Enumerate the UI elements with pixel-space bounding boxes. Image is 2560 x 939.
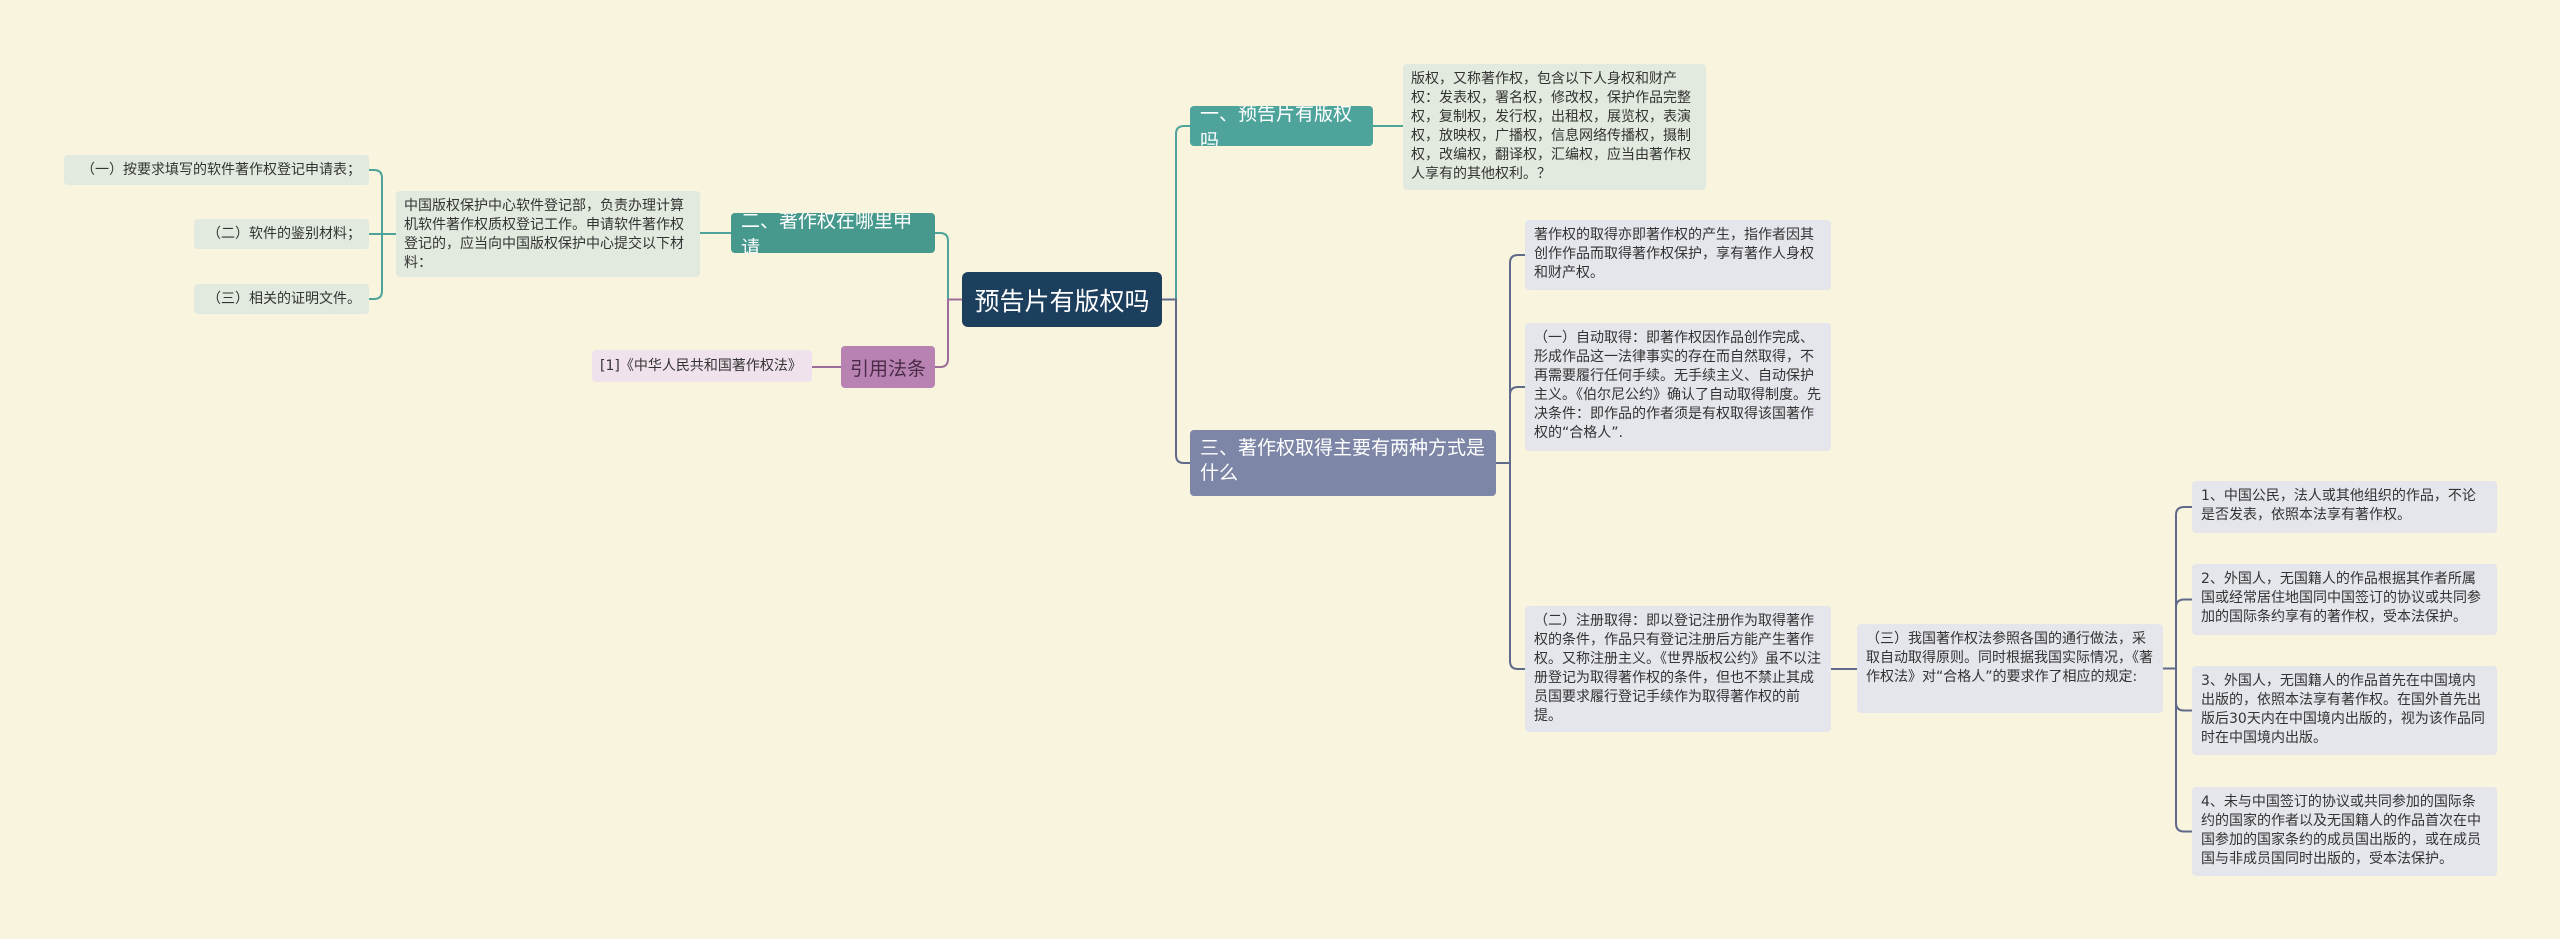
branch-2-item-text: （三）相关的证明文件。: [207, 290, 361, 307]
eligibility-item-text: 1、中国公民，法人或其他组织的作品，不论是否发表，依照本法享有著作权。: [2201, 488, 2476, 523]
connector-line: [935, 232, 962, 301]
branch-3-intro-text: 著作权的取得亦即著作权的产生，指作者因其创作作品而取得著作权保护，享有著作人身权…: [1534, 227, 1814, 281]
eligibility-item[interactable]: 3、外国人，无国籍人的作品首先在中国境内出版的，依照本法享有著作权。在国外首先出…: [2192, 666, 2497, 755]
connector-line: [369, 169, 396, 235]
connector-line: [2163, 667, 2192, 833]
eligibility-item-text: 3、外国人，无国籍人的作品首先在中国境内出版的，依照本法享有著作权。在国外首先出…: [2201, 673, 2485, 746]
branch-3-chinese-law-rule-text: （三）我国著作权法参照各国的通行做法，采取自动取得原则。同时根据我国实际情况，《…: [1866, 631, 2153, 685]
branch-1-detail-text: 版权，又称著作权，包含以下人身权和财产权：发表权，署名权，修改权，保护作品完整权…: [1411, 71, 1691, 182]
cited-law-item[interactable]: [1]《中华人民共和国著作权法》: [592, 350, 812, 382]
root-topic-label: 预告片有版权吗: [974, 286, 1150, 316]
connector-line: [2163, 667, 2192, 712]
branch-2-item-text: （二）软件的鉴别材料；: [207, 225, 361, 242]
branch-2-detail[interactable]: 中国版权保护中心软件登记部，负责办理计算机软件著作权质权登记工作。申请软件著作权…: [396, 191, 700, 277]
branch-3-registration-acquisition[interactable]: （二）注册取得：即以登记注册作为取得著作权的条件，作品只有登记注册后方能产生著作…: [1525, 606, 1831, 732]
branch-3-automatic-acquisition[interactable]: （一）自动取得：即著作权因作品创作完成、形成作品这一法律事实的存在而自然取得，不…: [1525, 323, 1831, 451]
connector-line: [935, 298, 962, 368]
branch-3-automatic-acquisition-text: （一）自动取得：即著作权因作品创作完成、形成作品这一法律事实的存在而自然取得，不…: [1534, 330, 1821, 441]
connector-line: [2163, 506, 2192, 670]
branch-topic-1-label: 一、预告片有版权吗: [1200, 106, 1353, 146]
eligibility-item[interactable]: 4、未与中国签订的协议或共同参加的国际条约的国家的作者以及无国籍人的作品首次在中…: [2192, 787, 2497, 876]
branch-topic-2[interactable]: 二、著作权在哪里申请: [731, 213, 935, 253]
connector-line: [2163, 598, 2192, 670]
branch-3-registration-acquisition-text: （二）注册取得：即以登记注册作为取得著作权的条件，作品只有登记注册后方能产生著作…: [1534, 613, 1821, 724]
branch-3-intro[interactable]: 著作权的取得亦即著作权的产生，指作者因其创作作品而取得著作权保护，享有著作人身权…: [1525, 220, 1831, 290]
branch-2-item[interactable]: （一）按要求填写的软件著作权登记申请表；: [64, 155, 369, 185]
eligibility-item-text: 2、外国人，无国籍人的作品根据其作者所属国或经常居住地国同中国签订的协议或共同参…: [2201, 571, 2481, 625]
eligibility-item-text: 4、未与中国签订的协议或共同参加的国际条约的国家的作者以及无国籍人的作品首次在中…: [2201, 794, 2481, 867]
branch-1-detail[interactable]: 版权，又称著作权，包含以下人身权和财产权：发表权，署名权，修改权，保护作品完整权…: [1403, 64, 1706, 190]
branch-2-item[interactable]: （三）相关的证明文件。: [194, 284, 369, 314]
branch-topic-2-label: 二、著作权在哪里申请: [741, 213, 913, 253]
branch-topic-cited-law[interactable]: 引用法条: [841, 346, 935, 388]
branch-2-item-text: （一）按要求填写的软件著作权登记申请表；: [81, 161, 361, 178]
branch-2-item[interactable]: （二）软件的鉴别材料；: [194, 219, 369, 249]
branch-topic-3[interactable]: 三、著作权取得主要有两种方式是什么: [1190, 430, 1496, 496]
connector-line: [1496, 386, 1525, 464]
eligibility-item[interactable]: 2、外国人，无国籍人的作品根据其作者所属国或经常居住地国同中国签订的协议或共同参…: [2192, 564, 2497, 635]
root-topic[interactable]: 预告片有版权吗: [962, 272, 1162, 327]
cited-law-item-text: [1]《中华人民共和国著作权法》: [600, 357, 802, 374]
branch-3-chinese-law-rule[interactable]: （三）我国著作权法参照各国的通行做法，采取自动取得原则。同时根据我国实际情况，《…: [1857, 624, 2163, 713]
branch-topic-3-label: 三、著作权取得主要有两种方式是什么: [1200, 437, 1486, 484]
connector-line: [1162, 298, 1190, 464]
connector-line: [369, 233, 396, 300]
connector-line: [1162, 125, 1190, 301]
connector-line: [1496, 462, 1525, 670]
branch-topic-1[interactable]: 一、预告片有版权吗: [1190, 106, 1373, 146]
branch-2-detail-text: 中国版权保护中心软件登记部，负责办理计算机软件著作权质权登记工作。申请软件著作权…: [404, 198, 684, 271]
branch-topic-cited-law-label: 引用法条: [849, 357, 926, 380]
eligibility-item[interactable]: 1、中国公民，法人或其他组织的作品，不论是否发表，依照本法享有著作权。: [2192, 481, 2497, 533]
